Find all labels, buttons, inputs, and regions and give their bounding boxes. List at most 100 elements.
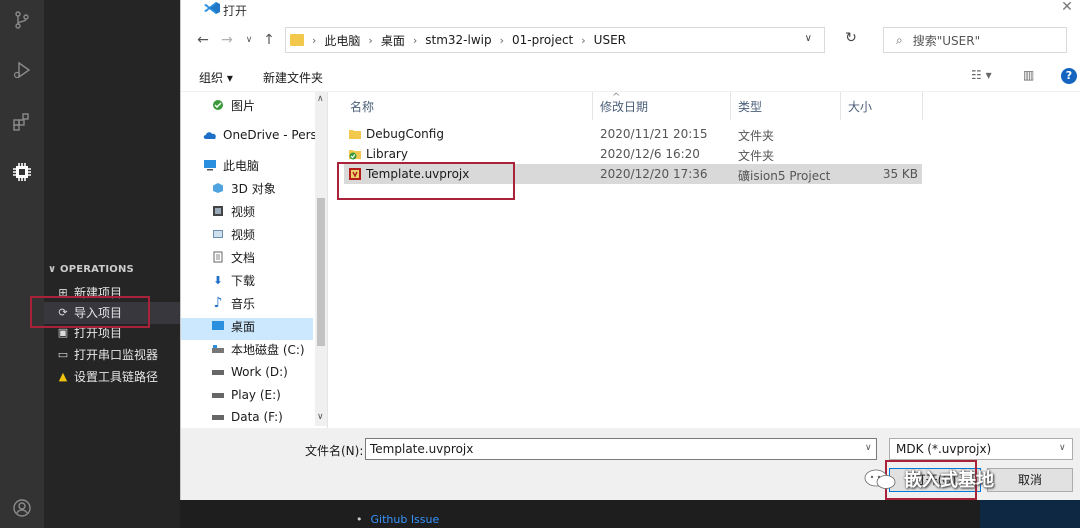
column-type[interactable]: 类型 <box>738 98 762 115</box>
breadcrumb-separator: › <box>368 33 373 47</box>
this-pc-icon <box>203 158 217 172</box>
search-input[interactable]: ⌕ 搜索"USER" <box>883 27 1067 53</box>
file-list: ^ 名称 修改日期 类型 大小 DebugConfig 2020/11/21 2… <box>328 92 1080 428</box>
column-size[interactable]: 大小 <box>848 98 872 115</box>
nav-item-3d-objects[interactable]: 3D 对象 <box>211 177 276 199</box>
3d-objects-icon <box>211 181 225 195</box>
file-row-debugconfig[interactable]: DebugConfig 2020/11/21 20:15 文件夹 <box>344 124 922 144</box>
forward-arrow-icon[interactable]: → <box>219 32 235 48</box>
chevron-down-icon[interactable]: ∨ <box>865 443 872 453</box>
column-divider[interactable] <box>922 92 923 120</box>
nav-item-drive-e[interactable]: Play (E:) <box>211 384 281 406</box>
nav-scrollbar-thumb[interactable] <box>317 198 325 346</box>
nav-item-downloads[interactable]: ⬇ 下载 <box>211 269 255 291</box>
file-row-library[interactable]: Library 2020/12/6 16:20 文件夹 <box>344 144 922 164</box>
breadcrumb-desktop[interactable]: 桌面 <box>381 32 405 49</box>
command-bar: 组织 ▾ 新建文件夹 ☷ ▾ ▥ <box>181 60 1080 92</box>
search-placeholder: 搜索"USER" <box>912 33 981 48</box>
close-icon[interactable]: ✕ <box>1057 0 1077 16</box>
help-icon[interactable]: ? <box>1061 68 1077 84</box>
folder-synced-icon <box>348 147 362 161</box>
nav-item-videos[interactable]: 视频 <box>211 200 255 222</box>
navigation-bar: ← → ∨ ↑ › 此电脑 › 桌面 › stm32-lwip › 01-pro… <box>181 22 1080 58</box>
nav-item-this-pc[interactable]: 此电脑 <box>203 154 259 176</box>
file-type: 礦ision5 Project <box>738 169 831 183</box>
file-date: 2020/12/6 16:20 <box>600 147 700 161</box>
column-name[interactable]: 名称 <box>350 98 374 115</box>
nav-item-music[interactable]: ♪ 音乐 <box>211 292 255 314</box>
up-arrow-icon[interactable]: ↑ <box>261 32 277 48</box>
preview-pane-icon[interactable]: ▥ <box>1023 68 1034 82</box>
filename-label: 文件名(N): <box>305 444 364 458</box>
column-divider[interactable] <box>592 92 593 120</box>
warning-icon: ▲ <box>58 369 68 383</box>
scroll-up-icon[interactable]: ∧ <box>317 94 324 104</box>
nav-item-desktop[interactable]: 桌面 <box>211 315 255 337</box>
source-control-icon[interactable] <box>8 6 36 34</box>
breadcrumb-separator: › <box>412 33 418 47</box>
dialog-titlebar: 打开 ✕ <box>181 0 1080 20</box>
view-options-icon[interactable]: ☷ ▾ <box>971 68 992 82</box>
column-divider[interactable] <box>730 92 731 120</box>
drive-c-icon <box>211 342 225 356</box>
file-date: 2020/12/20 17:36 <box>600 167 708 181</box>
file-name: Library <box>366 147 408 161</box>
watermark-text: 嵌入式基地 <box>904 470 994 491</box>
music-icon: ♪ <box>213 295 223 311</box>
nav-item-drive-f[interactable]: Data (F:) <box>211 406 283 428</box>
breadcrumb-this-pc[interactable]: 此电脑 <box>324 32 360 49</box>
onedrive-icon <box>203 128 217 142</box>
filetype-select[interactable]: MDK (*.uvprojx) <box>889 438 1073 460</box>
folder-icon <box>348 127 362 141</box>
extensions-icon[interactable] <box>8 108 36 136</box>
file-name: DebugConfig <box>366 127 444 141</box>
serial-monitor-item[interactable]: ▭ 打开串口监视器 <box>56 344 158 364</box>
scroll-down-icon[interactable]: ∨ <box>317 412 324 422</box>
account-icon[interactable] <box>8 494 36 522</box>
github-issue-link[interactable]: Github Issue <box>356 513 440 526</box>
chevron-down-icon: ∨ <box>48 264 61 275</box>
highlight-box-template <box>337 162 515 200</box>
operations-header[interactable]: ∨ OPERATIONS <box>48 264 134 275</box>
serial-monitor-icon: ▭ <box>57 347 69 361</box>
column-date[interactable]: 修改日期 <box>600 98 648 115</box>
chevron-down-icon[interactable]: ∨ <box>1059 443 1066 453</box>
search-icon: ⌕ <box>896 32 903 47</box>
file-type: 文件夹 <box>738 149 775 163</box>
address-bar[interactable]: › 此电脑 › 桌面 › stm32-lwip › 01-project › U… <box>285 27 825 53</box>
nav-item-drive-d[interactable]: Work (D:) <box>211 361 288 383</box>
breadcrumb-user[interactable]: USER <box>594 33 626 47</box>
wechat-icon <box>864 469 896 489</box>
breadcrumb-stm32-lwip[interactable]: stm32-lwip <box>425 33 491 47</box>
activity-bar <box>0 0 44 528</box>
dialog-title: 打开 <box>223 4 248 18</box>
vscode-logo-icon <box>204 2 220 14</box>
run-debug-icon[interactable] <box>8 56 36 84</box>
file-date: 2020/11/21 20:15 <box>600 127 708 141</box>
refresh-icon[interactable]: ↻ <box>841 30 861 50</box>
chevron-down-icon[interactable]: ∨ <box>805 33 812 44</box>
nav-item-documents[interactable]: 文档 <box>211 246 255 268</box>
nav-item-onedrive[interactable]: OneDrive - Perso <box>203 124 315 146</box>
filename-input[interactable]: Template.uvprojx <box>365 438 877 460</box>
recent-chevron-icon[interactable]: ∨ <box>241 32 257 48</box>
nav-item-drive-c[interactable]: 本地磁盘 (C:) <box>211 338 305 360</box>
new-folder-button[interactable]: 新建文件夹 <box>263 69 323 86</box>
watermark: 嵌入式基地 <box>862 466 994 492</box>
breadcrumb-01-project[interactable]: 01-project <box>512 33 573 47</box>
cancel-button[interactable]: 取消 <box>987 468 1073 492</box>
breadcrumb-separator: › <box>499 33 505 47</box>
videos-icon <box>211 227 225 241</box>
toolchain-path-item[interactable]: ▲ 设置工具链路径 <box>56 366 158 386</box>
file-type: 文件夹 <box>738 129 775 143</box>
nav-item-pictures[interactable]: 图片 <box>211 94 255 116</box>
drive-icon <box>211 365 225 379</box>
drive-icon <box>211 388 225 402</box>
back-arrow-icon[interactable]: ← <box>195 32 211 48</box>
nav-item-videos-2[interactable]: 视频 <box>211 223 255 245</box>
organize-button[interactable]: 组织 ▾ <box>199 69 233 86</box>
editor-area <box>180 500 1080 528</box>
highlight-box-import <box>30 296 150 328</box>
chip-icon[interactable] <box>8 158 36 186</box>
column-divider[interactable] <box>840 92 841 120</box>
